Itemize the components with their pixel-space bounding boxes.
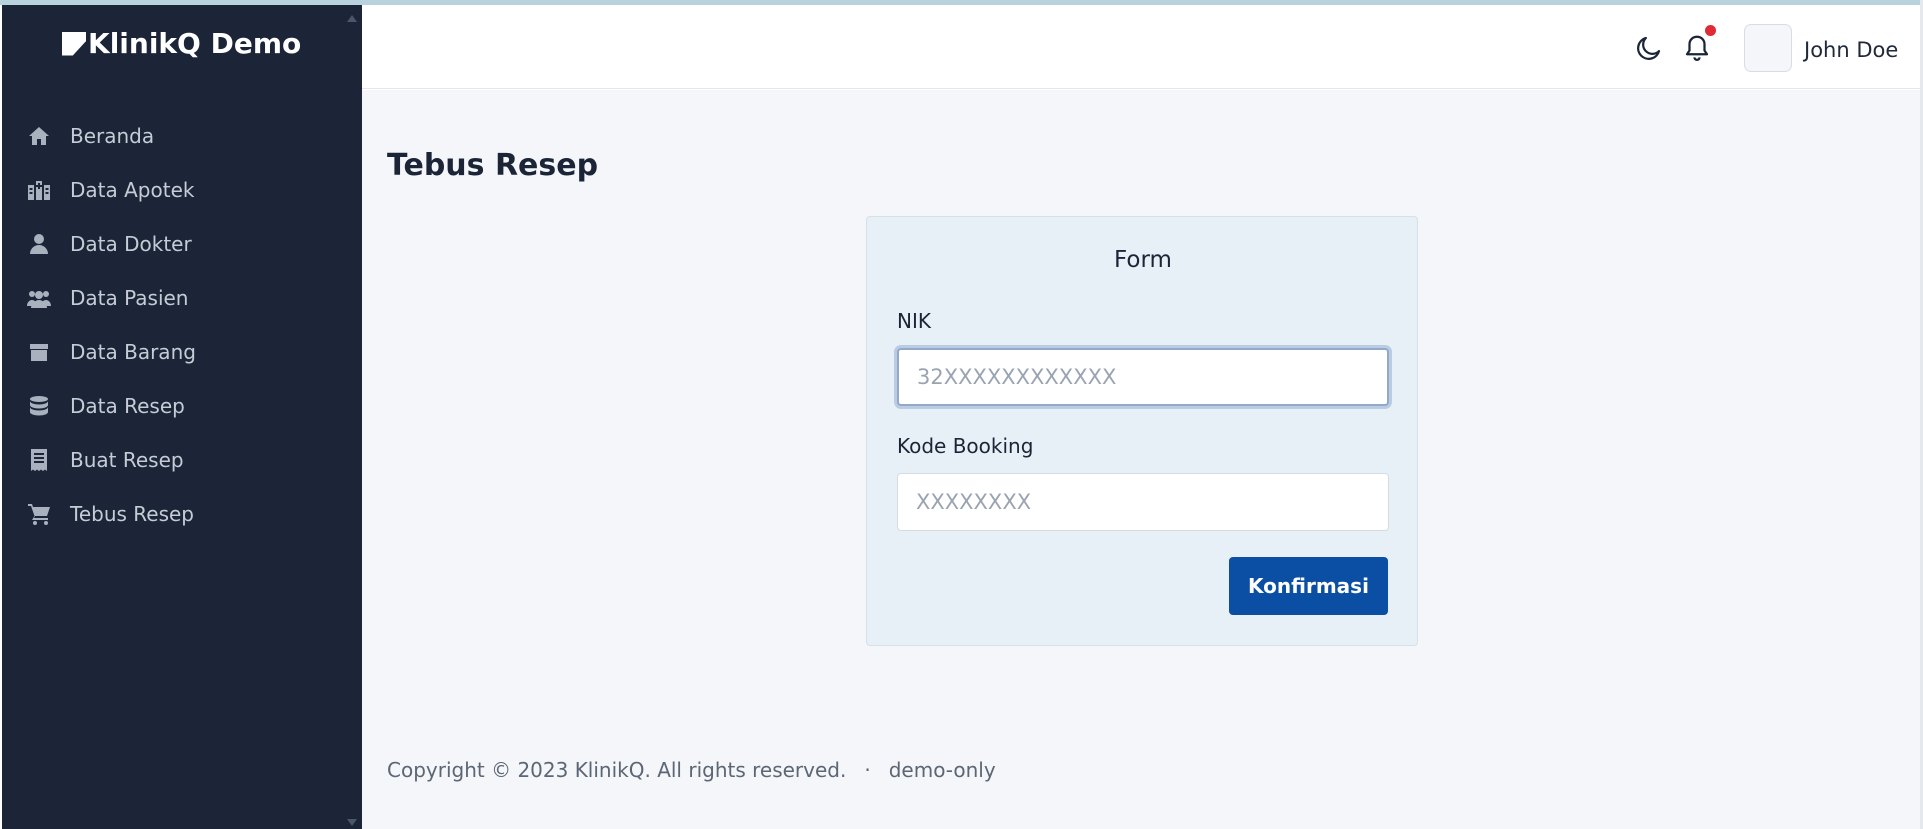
sidebar-item-label: Beranda bbox=[70, 124, 155, 148]
nik-label: NIK bbox=[897, 309, 931, 333]
sidebar-item-label: Data Apotek bbox=[70, 178, 195, 202]
top-header: John Doe bbox=[362, 5, 1923, 89]
doctor-icon bbox=[26, 231, 52, 257]
sidebar-item-data-apotek[interactable]: Data Apotek bbox=[2, 163, 362, 217]
logo-mark-icon bbox=[62, 31, 86, 56]
hospital-icon bbox=[26, 177, 52, 203]
sidebar-scroll-down[interactable] bbox=[347, 819, 357, 826]
avatar[interactable] bbox=[1744, 24, 1792, 72]
sidebar-item-buat-resep[interactable]: Buat Resep bbox=[2, 433, 362, 487]
home-icon bbox=[26, 123, 52, 149]
footer-separator: · bbox=[864, 758, 871, 782]
sidebar-item-label: Buat Resep bbox=[70, 448, 184, 472]
booking-code-label: Kode Booking bbox=[897, 434, 1034, 458]
sidebar-item-data-barang[interactable]: Data Barang bbox=[2, 325, 362, 379]
brand-name: KlinikQ Demo bbox=[88, 27, 302, 60]
sidebar-scroll-up[interactable] bbox=[347, 15, 357, 22]
database-icon bbox=[26, 393, 52, 419]
sidebar-item-data-resep[interactable]: Data Resep bbox=[2, 379, 362, 433]
form-card: Form NIK Kode Booking Konfirmasi bbox=[866, 216, 1418, 646]
brand-logo[interactable]: KlinikQ Demo bbox=[62, 27, 301, 60]
sidebar-item-label: Data Barang bbox=[70, 340, 196, 364]
nik-input[interactable] bbox=[897, 348, 1389, 406]
sidebar-item-label: Data Resep bbox=[70, 394, 185, 418]
sidebar-item-tebus-resep[interactable]: Tebus Resep bbox=[2, 487, 362, 541]
booking-code-input[interactable] bbox=[897, 473, 1389, 531]
sidebar-item-data-dokter[interactable]: Data Dokter bbox=[2, 217, 362, 271]
footer-note: demo-only bbox=[888, 758, 996, 782]
notification-bell-icon[interactable] bbox=[1682, 33, 1712, 63]
receipt-icon bbox=[26, 447, 52, 473]
main-content: Tebus Resep Form NIK Kode Booking Konfir… bbox=[362, 90, 1923, 829]
confirm-button[interactable]: Konfirmasi bbox=[1229, 557, 1388, 615]
footer: Copyright © 2023 KlinikQ. All rights res… bbox=[387, 758, 996, 782]
dark-mode-toggle-icon[interactable] bbox=[1634, 33, 1664, 63]
sidebar-item-data-pasien[interactable]: Data Pasien bbox=[2, 271, 362, 325]
sidebar-item-beranda[interactable]: Beranda bbox=[2, 109, 362, 163]
form-title: Form bbox=[1114, 247, 1172, 273]
sidebar-item-label: Data Dokter bbox=[70, 232, 192, 256]
cart-icon bbox=[26, 501, 52, 527]
users-icon bbox=[26, 285, 52, 311]
notification-dot bbox=[1705, 25, 1716, 36]
sidebar-item-label: Tebus Resep bbox=[70, 502, 194, 526]
sidebar-item-label: Data Pasien bbox=[70, 286, 189, 310]
sidebar-menu: Beranda Data Apotek Data Dokter Data Pas… bbox=[2, 109, 362, 541]
copyright-text: Copyright © 2023 KlinikQ. All rights res… bbox=[387, 758, 847, 782]
sidebar: KlinikQ Demo Beranda Data Apotek Data Do… bbox=[2, 5, 362, 829]
user-name[interactable]: John Doe bbox=[1804, 38, 1898, 62]
box-icon bbox=[26, 339, 52, 365]
page-title: Tebus Resep bbox=[387, 148, 599, 183]
